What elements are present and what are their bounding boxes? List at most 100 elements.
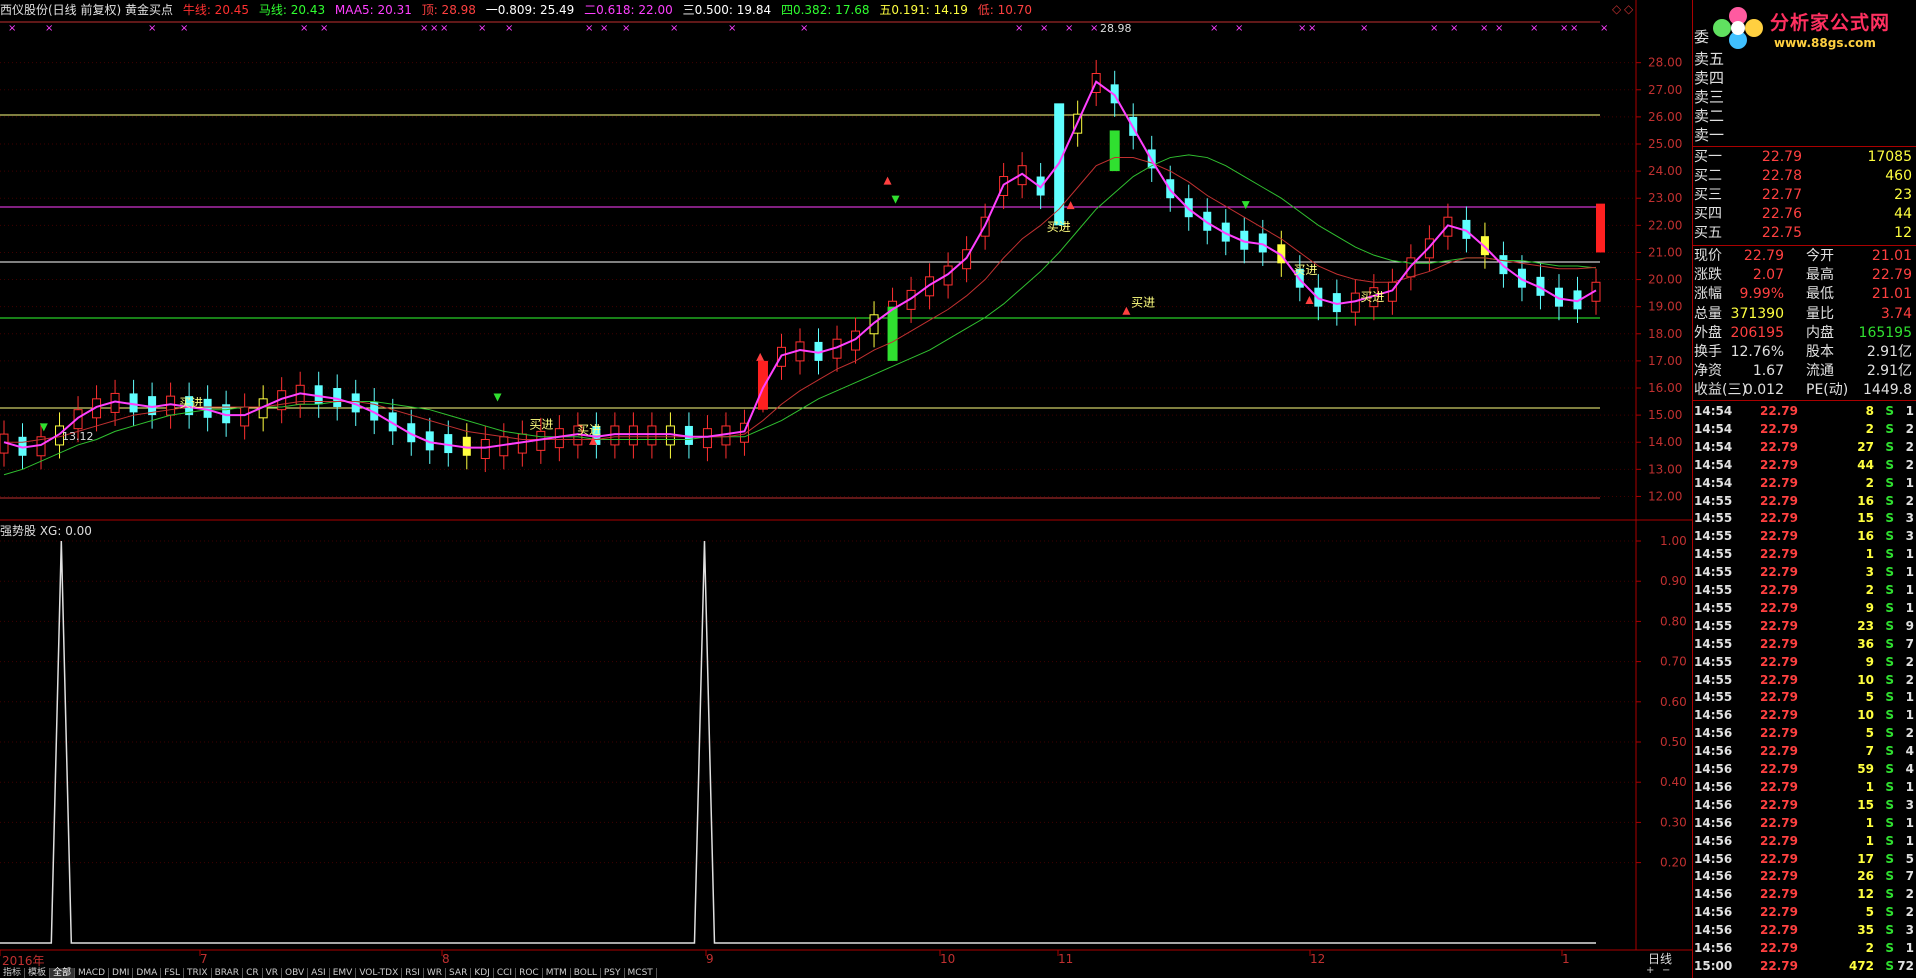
tick-time: 14:56 bbox=[1694, 869, 1733, 884]
tab-3[interactable]: MACD bbox=[75, 968, 110, 978]
tab-11[interactable]: OBV bbox=[282, 968, 309, 978]
x-mark-icon: × bbox=[1570, 23, 1578, 34]
buy-level-label: 买五 bbox=[1694, 225, 1722, 241]
tab-8[interactable]: BRAR bbox=[212, 968, 244, 978]
tab-2[interactable]: 全部 bbox=[50, 968, 76, 978]
x-mark-icon: × bbox=[600, 23, 608, 34]
zoom-out-button[interactable]: − bbox=[1662, 965, 1670, 976]
buy-row: 买二 22.78 460 bbox=[1694, 167, 1914, 186]
x-mark-icon: × bbox=[440, 23, 448, 34]
tick-side: S bbox=[1885, 672, 1894, 687]
tab-24[interactable]: MCST bbox=[625, 968, 657, 978]
price-label: 13.00 bbox=[1648, 462, 1682, 476]
sell-3: 卖三 bbox=[1694, 88, 1725, 106]
tick-price: 22.79 bbox=[1760, 618, 1798, 633]
legend-level1: 一0.809: 25.49 bbox=[485, 3, 575, 17]
tick-price: 22.79 bbox=[1760, 905, 1798, 920]
quote-row: 净资 1.67 流通 2.91亿 bbox=[1694, 362, 1914, 381]
diamond-icon[interactable]: ◇ bbox=[1612, 2, 1621, 16]
tab-1[interactable]: 模板 bbox=[25, 968, 51, 978]
x-mark-icon: × bbox=[430, 23, 438, 34]
expand-icon[interactable]: ◇ bbox=[1624, 2, 1633, 16]
quote-value: 21.01 bbox=[1871, 286, 1912, 303]
tab-21[interactable]: MTM bbox=[543, 968, 571, 978]
tab-22[interactable]: BOLL bbox=[571, 968, 601, 978]
indicator-axis-label: 1.00 bbox=[1660, 534, 1687, 548]
price-label: 27.00 bbox=[1648, 83, 1682, 97]
tab-10[interactable]: VR bbox=[263, 968, 283, 978]
price-label: 12.00 bbox=[1648, 489, 1682, 503]
tick-row: 14:55 22.79 16 S 2 bbox=[1694, 492, 1916, 510]
logo-url: www.88gs.com bbox=[1774, 36, 1876, 50]
tick-side: S bbox=[1885, 941, 1894, 955]
quote-value: 22.79 bbox=[1743, 248, 1784, 264]
tick-volume: 2 bbox=[1865, 583, 1874, 597]
tab-16[interactable]: WR bbox=[424, 968, 447, 978]
tick-price: 22.79 bbox=[1760, 636, 1798, 651]
tab-4[interactable]: DMI bbox=[109, 968, 134, 978]
buy-volume: 17085 bbox=[1867, 149, 1912, 165]
kline-chart[interactable]: 买进买进 买进买进买进买进买进 × × × × × × × × × × × × × × × × × × × × × × × × ×… bbox=[0, 0, 1692, 978]
buy-volume: 12 bbox=[1894, 225, 1912, 241]
tab-14[interactable]: VOL-TDX bbox=[356, 968, 403, 978]
x-mark-icon: × bbox=[148, 23, 156, 34]
tick-price: 22.79 bbox=[1760, 833, 1798, 848]
tick-time: 14:55 bbox=[1694, 511, 1733, 526]
tick-count: 2 bbox=[1905, 439, 1914, 454]
tab-6[interactable]: FSL bbox=[161, 968, 184, 978]
tick-row: 14:56 22.79 1 S 1 bbox=[1694, 814, 1916, 832]
price-label: 18.00 bbox=[1648, 327, 1682, 341]
ma-green-line bbox=[3, 154, 1597, 476]
buy-signal-label: 买进 bbox=[1360, 290, 1384, 304]
candle-body bbox=[628, 425, 638, 446]
tick-count: 72 bbox=[1897, 958, 1914, 973]
tick-time: 14:56 bbox=[1694, 762, 1733, 776]
price-label: 19.00 bbox=[1648, 300, 1682, 314]
candle-body bbox=[702, 428, 712, 449]
legend-level3: 三0.500: 19.84 bbox=[682, 3, 772, 17]
tab-18[interactable]: KDJ bbox=[471, 968, 494, 978]
tick-time: 14:56 bbox=[1694, 726, 1733, 741]
tab-0[interactable]: 指标 bbox=[0, 968, 26, 978]
tab-9[interactable]: CR bbox=[243, 968, 263, 978]
price-label: 25.00 bbox=[1648, 137, 1682, 151]
sell-1: 卖一 bbox=[1694, 126, 1725, 144]
tab-7[interactable]: TRIX bbox=[184, 968, 212, 978]
buy-volume: 44 bbox=[1894, 206, 1912, 222]
quote-label: 净资 bbox=[1694, 363, 1722, 380]
quote-label: 涨跌 bbox=[1694, 267, 1722, 284]
tab-13[interactable]: EMV bbox=[330, 968, 357, 978]
tick-side: S bbox=[1885, 457, 1894, 472]
indicator-axis-label: 0.70 bbox=[1660, 655, 1687, 669]
tick-price: 22.79 bbox=[1760, 797, 1798, 812]
tick-row: 14:55 22.79 9 S 1 bbox=[1694, 599, 1916, 617]
tick-row: 14:56 22.79 15 S 3 bbox=[1694, 796, 1916, 814]
quote-value: 3.74 bbox=[1880, 305, 1912, 322]
zoom-in-button[interactable]: + bbox=[1646, 965, 1654, 976]
tick-row: 14:54 22.79 27 S 2 bbox=[1694, 438, 1916, 456]
x-mark-icon: × bbox=[1065, 23, 1073, 34]
indicator-axis-label: 0.40 bbox=[1660, 775, 1687, 789]
tab-19[interactable]: CCI bbox=[494, 968, 517, 978]
x-mark-icon: × bbox=[478, 23, 486, 34]
tab-20[interactable]: ROC bbox=[516, 968, 543, 978]
tick-time: 15:00 bbox=[1694, 958, 1733, 973]
tick-volume: 15 bbox=[1857, 511, 1874, 526]
tick-price: 22.79 bbox=[1760, 887, 1798, 902]
x-mark-icon: × bbox=[300, 23, 308, 34]
tick-volume: 9 bbox=[1865, 600, 1874, 615]
tick-price: 22.79 bbox=[1760, 815, 1798, 830]
tick-count: 2 bbox=[1905, 726, 1914, 741]
tab-15[interactable]: RSI bbox=[402, 968, 424, 978]
quote-value: 21.01 bbox=[1871, 248, 1912, 264]
tick-side: S bbox=[1885, 618, 1894, 633]
x-mark-icon: × bbox=[622, 23, 630, 34]
tab-12[interactable]: ASI bbox=[308, 968, 330, 978]
tick-count: 1 bbox=[1905, 941, 1914, 955]
tick-volume: 35 bbox=[1857, 923, 1874, 938]
tick-count: 1 bbox=[1905, 690, 1914, 705]
tab-17[interactable]: SAR bbox=[446, 968, 472, 978]
tab-23[interactable]: PSY bbox=[601, 968, 625, 978]
tab-5[interactable]: DMA bbox=[133, 968, 162, 978]
tick-side: S bbox=[1885, 958, 1894, 973]
